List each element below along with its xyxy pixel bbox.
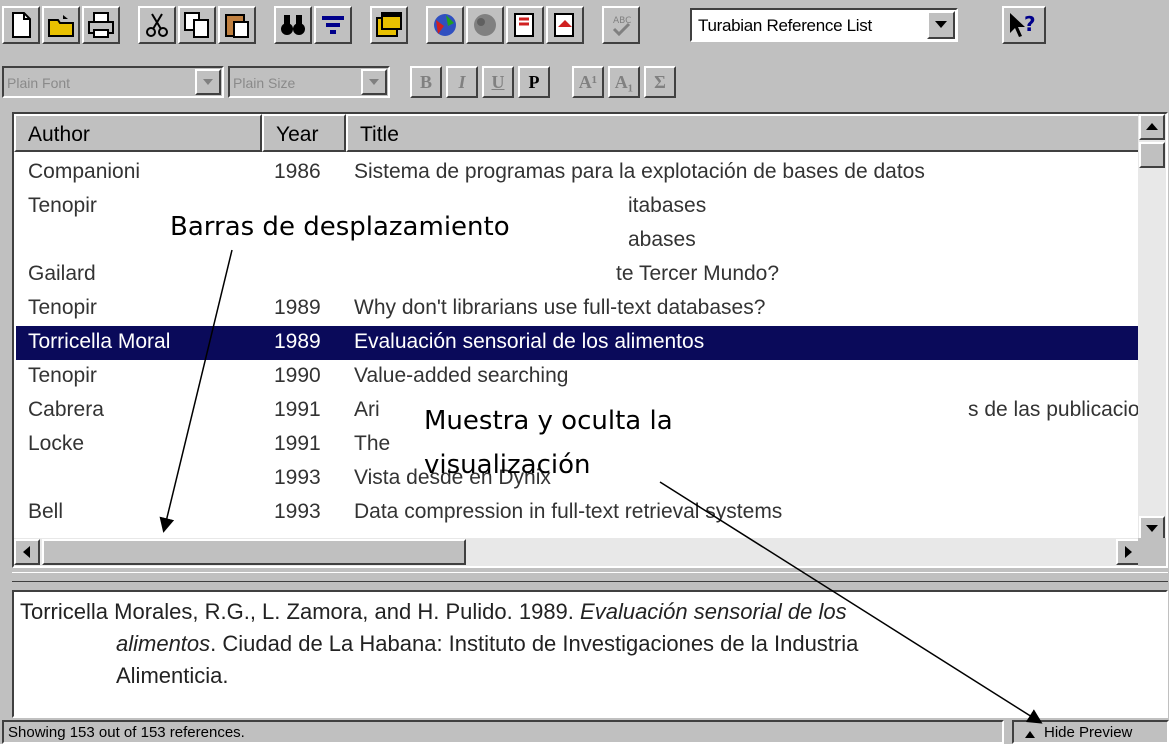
formatted-reference: Torricella Morales, R.G., L. Zamora, and… xyxy=(20,596,1140,692)
chevron-down-icon[interactable] xyxy=(927,11,955,39)
hide-preview-button[interactable]: Hide Preview xyxy=(1012,720,1169,744)
symbol-button[interactable]: Σ xyxy=(644,66,676,98)
scroll-up-icon[interactable] xyxy=(1139,114,1165,140)
font-select[interactable]: Plain Font xyxy=(2,66,224,98)
row-author: Torricella Moral xyxy=(28,330,171,353)
toggle-preview-callout: Muestra y oculta la xyxy=(420,406,677,436)
row-author: Tenopir xyxy=(28,194,97,217)
bold-button[interactable]: B xyxy=(410,66,442,98)
row-title: te Tercer Mundo? xyxy=(616,262,780,285)
preview-title: Evaluación sensorial de los xyxy=(580,599,847,624)
hide-preview-label: Hide Preview xyxy=(1044,724,1133,741)
horizontal-scrollbar[interactable] xyxy=(14,538,1142,566)
italic-button[interactable]: I xyxy=(446,66,478,98)
chevron-down-icon[interactable] xyxy=(361,69,387,95)
output-style-value: Turabian Reference List xyxy=(698,16,872,35)
preview-title-end: alimentos xyxy=(116,631,211,656)
open-folder-icon[interactable] xyxy=(42,6,80,44)
window-icon[interactable] xyxy=(370,6,408,44)
row-author: Bell xyxy=(28,500,64,523)
table-row[interactable]: Gailard te Tercer Mundo? xyxy=(16,258,1140,292)
toggle-preview-callout-2: visualización xyxy=(424,450,591,480)
scroll-left-icon[interactable] xyxy=(14,539,40,565)
reference-list: Author Year Title Companioni 1986 Sistema … xyxy=(12,112,1168,568)
column-header: Author Year Title xyxy=(14,114,1142,152)
row-author: Gailard xyxy=(28,262,96,285)
row-title: Sistema de programas para la explotación… xyxy=(354,160,925,183)
table-row[interactable]: Companioni 1986 Sistema de programas para … xyxy=(16,156,1140,190)
import-icon[interactable] xyxy=(426,6,464,44)
copy-icon[interactable] xyxy=(178,6,216,44)
svg-text:?: ? xyxy=(1024,12,1036,36)
output-style-select[interactable]: Turabian Reference List xyxy=(690,8,958,42)
find-binoculars-icon[interactable] xyxy=(274,6,312,44)
table-row[interactable]: Tenopir 1989 Why don't librarians use full… xyxy=(16,292,1140,326)
row-title: Why don't librarians use full-text datab… xyxy=(354,296,766,319)
sort-icon[interactable] xyxy=(314,6,352,44)
row-author: Cabrera xyxy=(28,398,104,421)
main-toolbar: ABC Turabian Reference List ? xyxy=(0,0,1169,52)
size-select[interactable]: Plain Size xyxy=(228,66,390,98)
context-help-button[interactable]: ? xyxy=(1002,6,1046,44)
underline-button[interactable]: U xyxy=(482,66,514,98)
table-row[interactable]: Tenopir 1990 Value-added searching xyxy=(16,360,1140,394)
row-year: 1993 xyxy=(274,466,321,489)
row-title: itabases xyxy=(628,194,707,217)
row-year: 1990 xyxy=(274,364,321,387)
help-pointer-icon: ? xyxy=(1010,12,1036,37)
row-author: Locke xyxy=(28,432,85,455)
subscript-button[interactable]: A₁ xyxy=(608,66,640,98)
horizontal-scroll-thumb[interactable] xyxy=(42,539,466,565)
superscript-button[interactable]: A¹ xyxy=(572,66,604,98)
row-title: abases xyxy=(628,228,696,251)
vertical-scroll-thumb[interactable] xyxy=(1139,142,1165,168)
row-year: 1991 xyxy=(274,432,321,455)
spell-check-icon[interactable]: ABC xyxy=(602,6,640,44)
table-row[interactable]: Bell 1993 Data compression in full-text re… xyxy=(16,496,1140,530)
size-select-value: Plain Size xyxy=(233,75,296,91)
row-year: 1989 xyxy=(274,330,321,353)
preview-authors: Torricella Morales, R.G., L. Zamora, and… xyxy=(20,599,574,624)
format-toolbar: Plain Font Plain Size B I U P A¹ A₁ Σ xyxy=(0,56,1169,106)
arrow-up-icon xyxy=(1025,731,1035,738)
row-year: 1991 xyxy=(274,398,321,421)
cut-icon[interactable] xyxy=(138,6,176,44)
paste-icon[interactable] xyxy=(218,6,256,44)
insert-citation-icon[interactable] xyxy=(506,6,544,44)
scrollbar-corner xyxy=(1138,538,1166,566)
scrollbars-callout: Barras de desplazamiento xyxy=(166,212,514,242)
chevron-down-icon[interactable] xyxy=(195,69,221,95)
reference-preview: Torricella Morales, R.G., L. Zamora, and… xyxy=(12,590,1168,718)
status-bar: Showing 153 out of 153 references. Hide … xyxy=(0,720,1169,744)
preview-publisher-end: Alimenticia. xyxy=(116,663,229,688)
row-title: The xyxy=(354,432,391,455)
row-author: Tenopir xyxy=(28,296,97,319)
row-year: 1986 xyxy=(274,160,321,183)
print-icon[interactable] xyxy=(82,6,120,44)
row-title: Value-added searching xyxy=(354,364,569,387)
library-icon[interactable] xyxy=(466,6,504,44)
new-document-icon[interactable] xyxy=(2,6,40,44)
plain-button[interactable]: P xyxy=(518,66,550,98)
status-text: Showing 153 out of 153 references. xyxy=(2,720,1004,744)
preview-publisher: . Ciudad de La Habana: Instituto de Inve… xyxy=(210,631,859,656)
row-title: Data compression in full-text retrieval … xyxy=(354,500,783,523)
row-title-tail: s de las publicacio xyxy=(968,398,1140,421)
vertical-scrollbar[interactable] xyxy=(1138,114,1166,542)
preview-splitter[interactable] xyxy=(12,572,1168,582)
table-row-selected[interactable]: Torricella Moral 1989 Evaluación sensorial… xyxy=(16,326,1140,360)
column-title[interactable]: Title xyxy=(346,114,1142,152)
column-year[interactable]: Year xyxy=(262,114,346,152)
row-title: Ari xyxy=(354,398,380,421)
row-title: Evaluación sensorial de los alimentos xyxy=(354,330,705,353)
row-author: Companioni xyxy=(28,160,141,183)
font-select-value: Plain Font xyxy=(7,75,71,91)
row-author: Tenopir xyxy=(28,364,97,387)
row-year: 1989 xyxy=(274,296,321,319)
row-year: 1993 xyxy=(274,500,321,523)
format-bibliography-icon[interactable] xyxy=(546,6,584,44)
column-author[interactable]: Author xyxy=(14,114,262,152)
